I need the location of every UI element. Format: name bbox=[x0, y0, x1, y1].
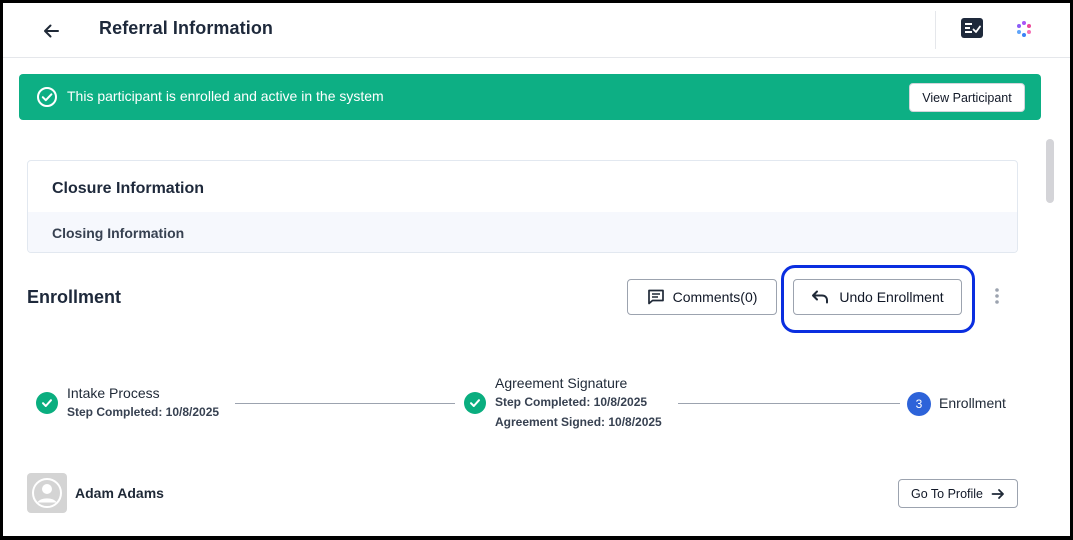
arrow-right-icon bbox=[991, 488, 1004, 499]
back-button[interactable] bbox=[37, 17, 65, 45]
user-avatar-icon bbox=[32, 478, 62, 508]
undo-enrollment-button[interactable]: Undo Enrollment bbox=[793, 279, 962, 315]
app-window: Referral Information This participant is… bbox=[3, 3, 1070, 536]
arrow-left-icon bbox=[44, 24, 59, 38]
comments-button[interactable]: Comments(0) bbox=[627, 279, 777, 315]
app-menu-button[interactable] bbox=[1013, 18, 1037, 42]
step-1-label: Intake Process bbox=[67, 385, 160, 401]
step-2-label: Agreement Signature bbox=[495, 375, 628, 391]
header-bar: Referral Information bbox=[3, 3, 1070, 58]
check-circle-icon bbox=[37, 87, 57, 107]
step-connector-1 bbox=[235, 403, 455, 404]
enrollment-title: Enrollment bbox=[27, 287, 122, 307]
header-divider bbox=[935, 11, 936, 49]
more-options-button[interactable] bbox=[989, 284, 1005, 308]
closure-title: Closure Information bbox=[52, 180, 205, 197]
step-1-completed-date: Step Completed: 10/8/2025 bbox=[67, 405, 220, 419]
checklist-icon bbox=[961, 18, 983, 38]
check-icon bbox=[42, 399, 52, 407]
page-title: Referral Information bbox=[99, 18, 274, 38]
undo-enrollment-label: Undo Enrollment bbox=[839, 289, 944, 305]
step-connector-2 bbox=[678, 403, 900, 404]
enrolled-status-banner: This participant is enrolled and active … bbox=[19, 74, 1041, 120]
step-2-completed-date: Step Completed: 10/8/2025 bbox=[495, 395, 648, 409]
comments-label: Comments(0) bbox=[672, 289, 758, 305]
task-list-button[interactable] bbox=[961, 18, 985, 40]
go-to-profile-label: Go To Profile bbox=[910, 486, 984, 501]
closing-information-label: Closing Information bbox=[52, 225, 185, 241]
undo-icon bbox=[812, 290, 829, 304]
more-vertical-icon bbox=[995, 288, 999, 304]
banner-message: This participant is enrolled and active … bbox=[67, 88, 384, 104]
comment-icon bbox=[647, 289, 664, 305]
closure-information-card: Closure Information Closing Information bbox=[27, 160, 1018, 253]
avatar bbox=[27, 473, 67, 513]
participant-name: Adam Adams bbox=[75, 485, 164, 501]
go-to-profile-button[interactable]: Go To Profile bbox=[898, 479, 1018, 508]
view-participant-button[interactable]: View Participant bbox=[909, 83, 1025, 112]
closing-information-section[interactable]: Closing Information bbox=[28, 212, 1017, 252]
step-3-label: Enrollment bbox=[939, 395, 1006, 411]
check-icon bbox=[470, 399, 480, 407]
step-2-completed-icon bbox=[464, 392, 486, 414]
scrollbar-thumb[interactable] bbox=[1046, 139, 1054, 203]
step-1-completed-icon bbox=[36, 392, 58, 414]
app-logo-icon bbox=[1017, 21, 1031, 37]
step-3-number: 3 bbox=[907, 392, 931, 416]
step-2-signed-date: Agreement Signed: 10/8/2025 bbox=[495, 415, 662, 429]
